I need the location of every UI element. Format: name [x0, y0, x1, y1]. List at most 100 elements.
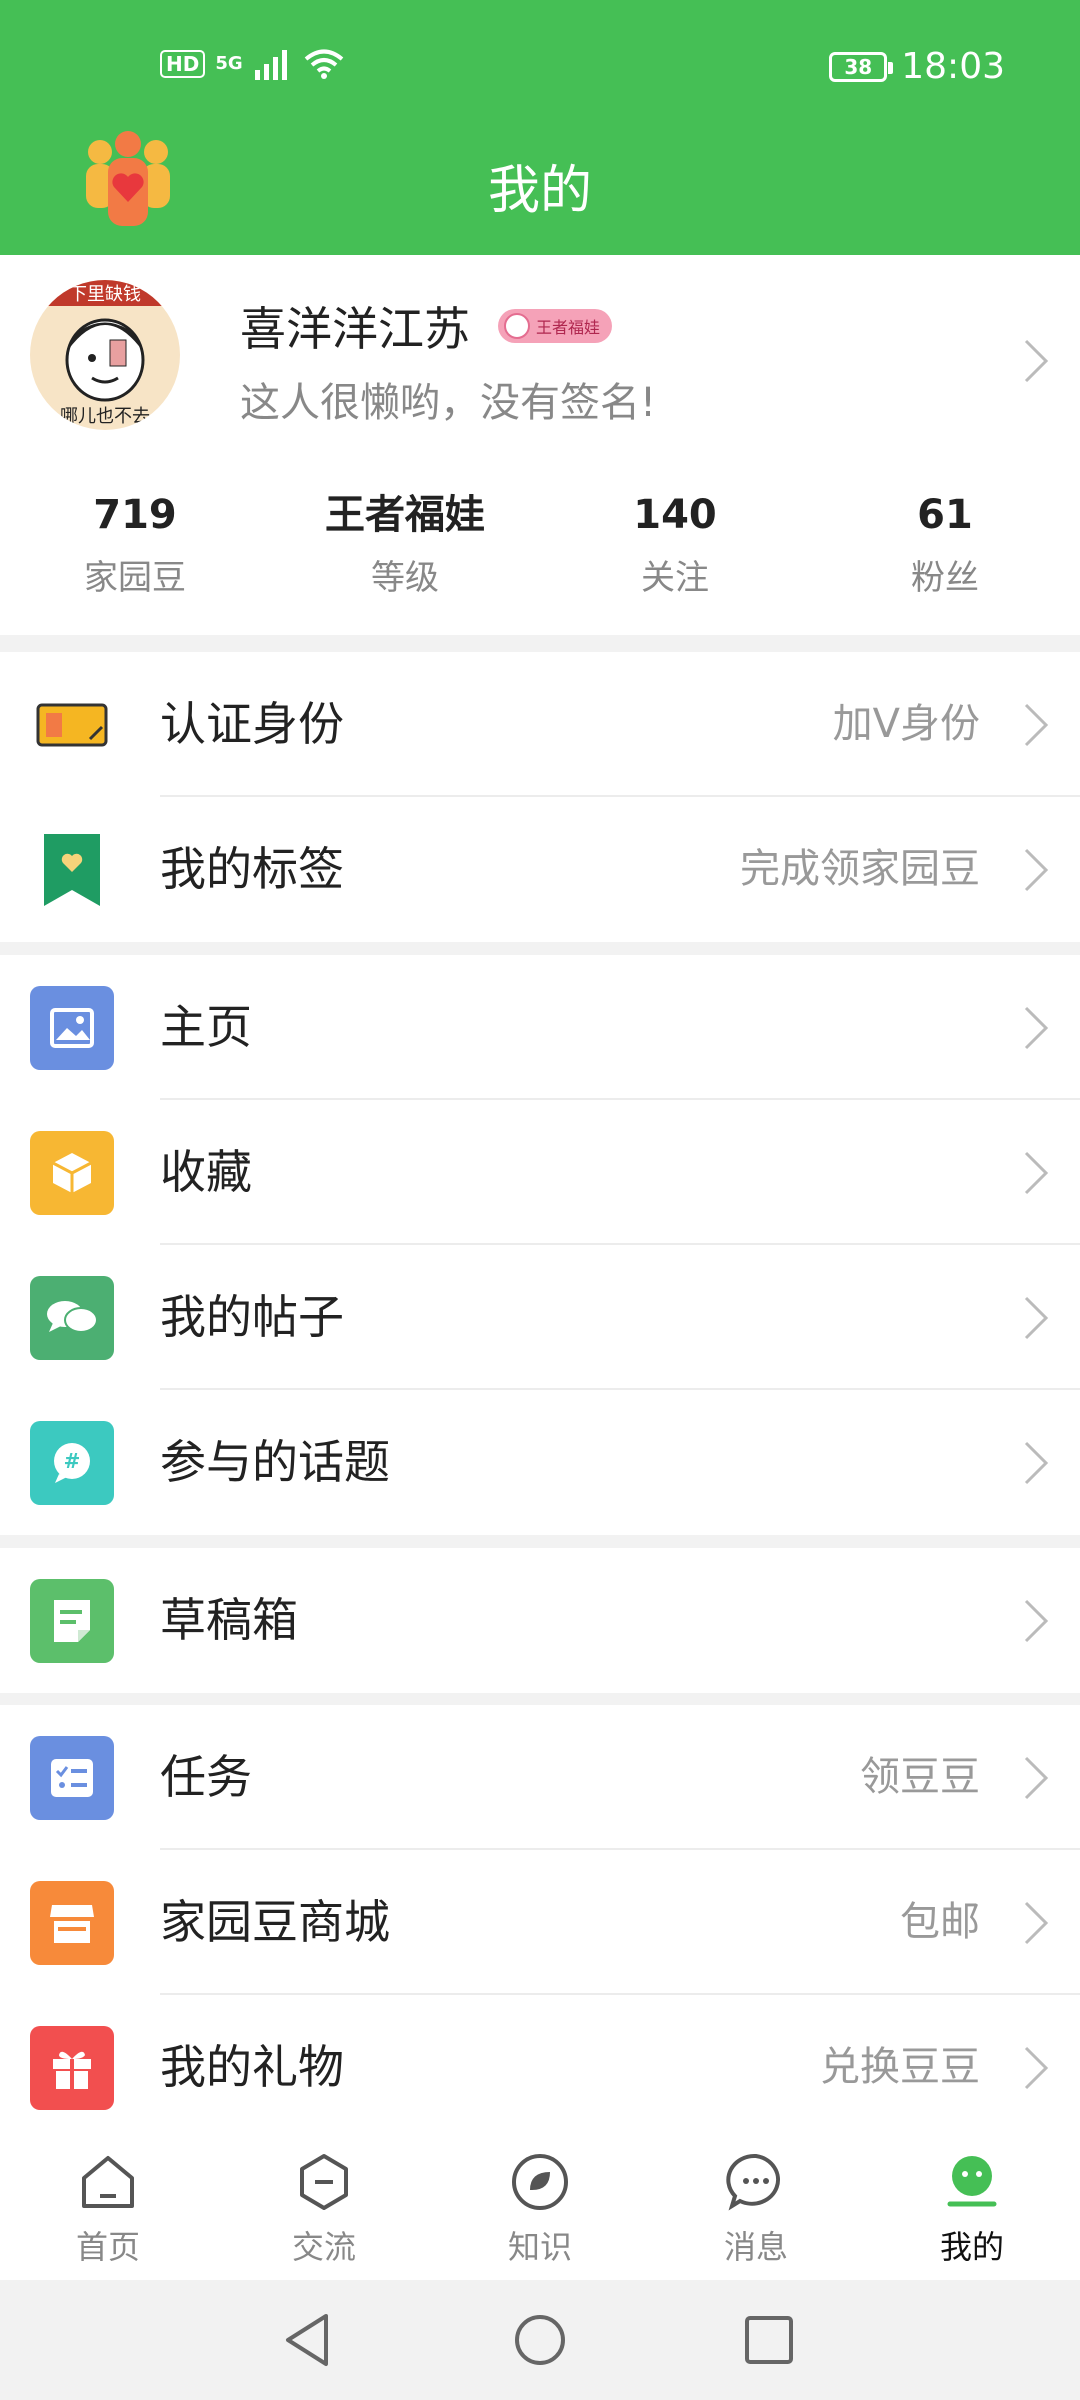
status-bar: HD 5G 38 18:03: [0, 40, 1080, 100]
stat-value: 61: [917, 492, 973, 538]
menu-item-home[interactable]: 主页: [0, 955, 1080, 1100]
bookmark-heart-icon: [44, 834, 100, 906]
username-row: 喜洋洋江苏 王者福娃: [240, 293, 613, 359]
box-icon: [30, 1131, 114, 1215]
nav-me[interactable]: 我的: [864, 2120, 1080, 2280]
stat-level[interactable]: 王者福娃 等级: [270, 490, 540, 599]
profile-card[interactable]: 下里缺钱 哪儿也不去 喜洋洋江苏 王者福娃 这人很懒哟，没有签名! 719 家园…: [0, 255, 1080, 635]
nav-label: 我的: [939, 2228, 1004, 2266]
chevron-right-icon: [1024, 1756, 1049, 1800]
username: 喜洋洋江苏: [240, 302, 470, 356]
chevron-right-icon: [1024, 2046, 1049, 2090]
chevron-right-icon: [1024, 339, 1049, 383]
stat-fans[interactable]: 61 粉丝: [810, 490, 1080, 599]
image-icon: [30, 986, 114, 1070]
nav-messages[interactable]: 消息: [648, 2120, 864, 2280]
menu-label: 家园豆商城: [160, 1895, 390, 1949]
id-card-icon: [36, 703, 108, 747]
nav-label: 交流: [291, 2228, 356, 2266]
nav-knowledge[interactable]: 知识: [432, 2120, 648, 2280]
chevron-right-icon: [1024, 1901, 1049, 1945]
stats-row: 719 家园豆 王者福娃 等级 140 关注 61 粉丝: [0, 490, 1080, 599]
menu-hint: 加V身份: [832, 701, 980, 747]
level-badge: 王者福娃: [498, 309, 613, 343]
system-nav-bar: [0, 2280, 1080, 2400]
chevron-right-icon: [1024, 1006, 1049, 1050]
menu-item-gifts[interactable]: 我的礼物 兑换豆豆: [0, 1995, 1080, 2120]
menu-label: 参与的话题: [160, 1435, 390, 1489]
menu-item-topics[interactable]: # 参与的话题: [0, 1390, 1080, 1535]
status-left: HD 5G: [160, 48, 345, 80]
section-content: 主页 收藏 我的帖子 # 参与的话题: [0, 955, 1080, 1535]
wifi-icon: [304, 49, 343, 79]
avatar-text-bottom: 哪儿也不去: [60, 406, 150, 427]
clock: 18:03: [901, 46, 1005, 87]
battery-icon: 38: [829, 51, 894, 82]
checklist-icon: [30, 1736, 114, 1820]
chevron-right-icon: [1024, 848, 1049, 892]
network-type: 5G: [215, 53, 243, 74]
avatar-text-top: 下里缺钱: [69, 284, 141, 305]
menu-label: 主页: [160, 1000, 252, 1054]
bottom-nav: 首页 交流 知识 消息 我的: [0, 2120, 1080, 2280]
stat-label: 等级: [371, 558, 439, 598]
stat-value: 719: [93, 492, 177, 538]
status-right: 38 18:03: [829, 46, 1005, 87]
chat-hexagon-icon: [300, 2154, 348, 2210]
nav-label: 首页: [75, 2228, 140, 2266]
section-drafts: 草稿箱: [0, 1548, 1080, 1693]
menu-item-drafts[interactable]: 草稿箱: [0, 1548, 1080, 1693]
menu-label: 我的礼物: [160, 2040, 344, 2094]
menu-label: 认证身份: [160, 697, 344, 751]
menu-hint: 包邮: [900, 1899, 980, 1945]
battery-level: 38: [844, 54, 873, 79]
menu-item-tasks[interactable]: 任务 领豆豆: [0, 1705, 1080, 1850]
nav-chat[interactable]: 交流: [216, 2120, 432, 2280]
leaf-circle-icon: [512, 2154, 568, 2210]
stat-label: 关注: [641, 558, 709, 598]
section-identity: 认证身份 加V身份 我的标签 完成领家园豆: [0, 652, 1080, 942]
signature: 这人很懒哟，没有签名!: [240, 380, 657, 426]
gift-icon: [30, 2026, 114, 2110]
store-icon: [30, 1881, 114, 1965]
page-title: 我的: [487, 161, 592, 221]
chevron-right-icon: [1024, 1441, 1049, 1485]
back-icon[interactable]: [282, 2312, 332, 2368]
header-bar: HD 5G 38 18:03 我的: [0, 0, 1080, 255]
badge-icon: [504, 313, 530, 339]
chat-bubbles-icon: [30, 1276, 114, 1360]
home-circle-icon[interactable]: [513, 2313, 567, 2367]
chevron-right-icon: [1024, 1296, 1049, 1340]
chevron-right-icon: [1024, 1599, 1049, 1643]
chevron-right-icon: [1024, 1151, 1049, 1195]
stat-following[interactable]: 140 关注: [540, 490, 810, 599]
stat-value: 王者福娃: [325, 492, 485, 538]
home-icon: [82, 2156, 134, 2208]
level-badge-text: 王者福娃: [536, 318, 601, 337]
menu-hint: 领豆豆: [860, 1754, 980, 1800]
menu-hint: 完成领家园豆: [740, 846, 980, 892]
stat-value: 140: [633, 492, 717, 538]
menu-item-tags[interactable]: 我的标签 完成领家园豆: [0, 797, 1080, 942]
stat-label: 家园豆: [84, 558, 186, 598]
menu-label: 我的帖子: [160, 1290, 344, 1344]
chevron-right-icon: [1024, 703, 1049, 747]
profile-face-icon: [947, 2156, 997, 2207]
stat-label: 粉丝: [911, 558, 979, 598]
svg-text:#: #: [64, 1449, 81, 1473]
nav-label: 消息: [723, 2228, 788, 2266]
hashtag-bubble-icon: #: [30, 1421, 114, 1505]
menu-item-posts[interactable]: 我的帖子: [0, 1245, 1080, 1390]
section-tasks: 任务 领豆豆 家园豆商城 包邮 我的礼物 兑换豆豆: [0, 1705, 1080, 2120]
recents-icon[interactable]: [743, 2314, 795, 2366]
app-root: HD 5G 38 18:03 我的 下里缺钱 哪儿也不去 喜洋洋江苏 王者福娃 …: [0, 0, 1080, 2400]
menu-item-verify[interactable]: 认证身份 加V身份: [0, 652, 1080, 797]
menu-item-favorites[interactable]: 收藏: [0, 1100, 1080, 1245]
avatar[interactable]: 下里缺钱 哪儿也不去: [30, 280, 180, 430]
nav-home[interactable]: 首页: [0, 2120, 216, 2280]
menu-label: 草稿箱: [160, 1593, 298, 1647]
message-bubble-icon: [726, 2153, 781, 2211]
menu-hint: 兑换豆豆: [820, 2044, 980, 2090]
menu-item-shop[interactable]: 家园豆商城 包邮: [0, 1850, 1080, 1995]
stat-beans[interactable]: 719 家园豆: [0, 490, 270, 599]
